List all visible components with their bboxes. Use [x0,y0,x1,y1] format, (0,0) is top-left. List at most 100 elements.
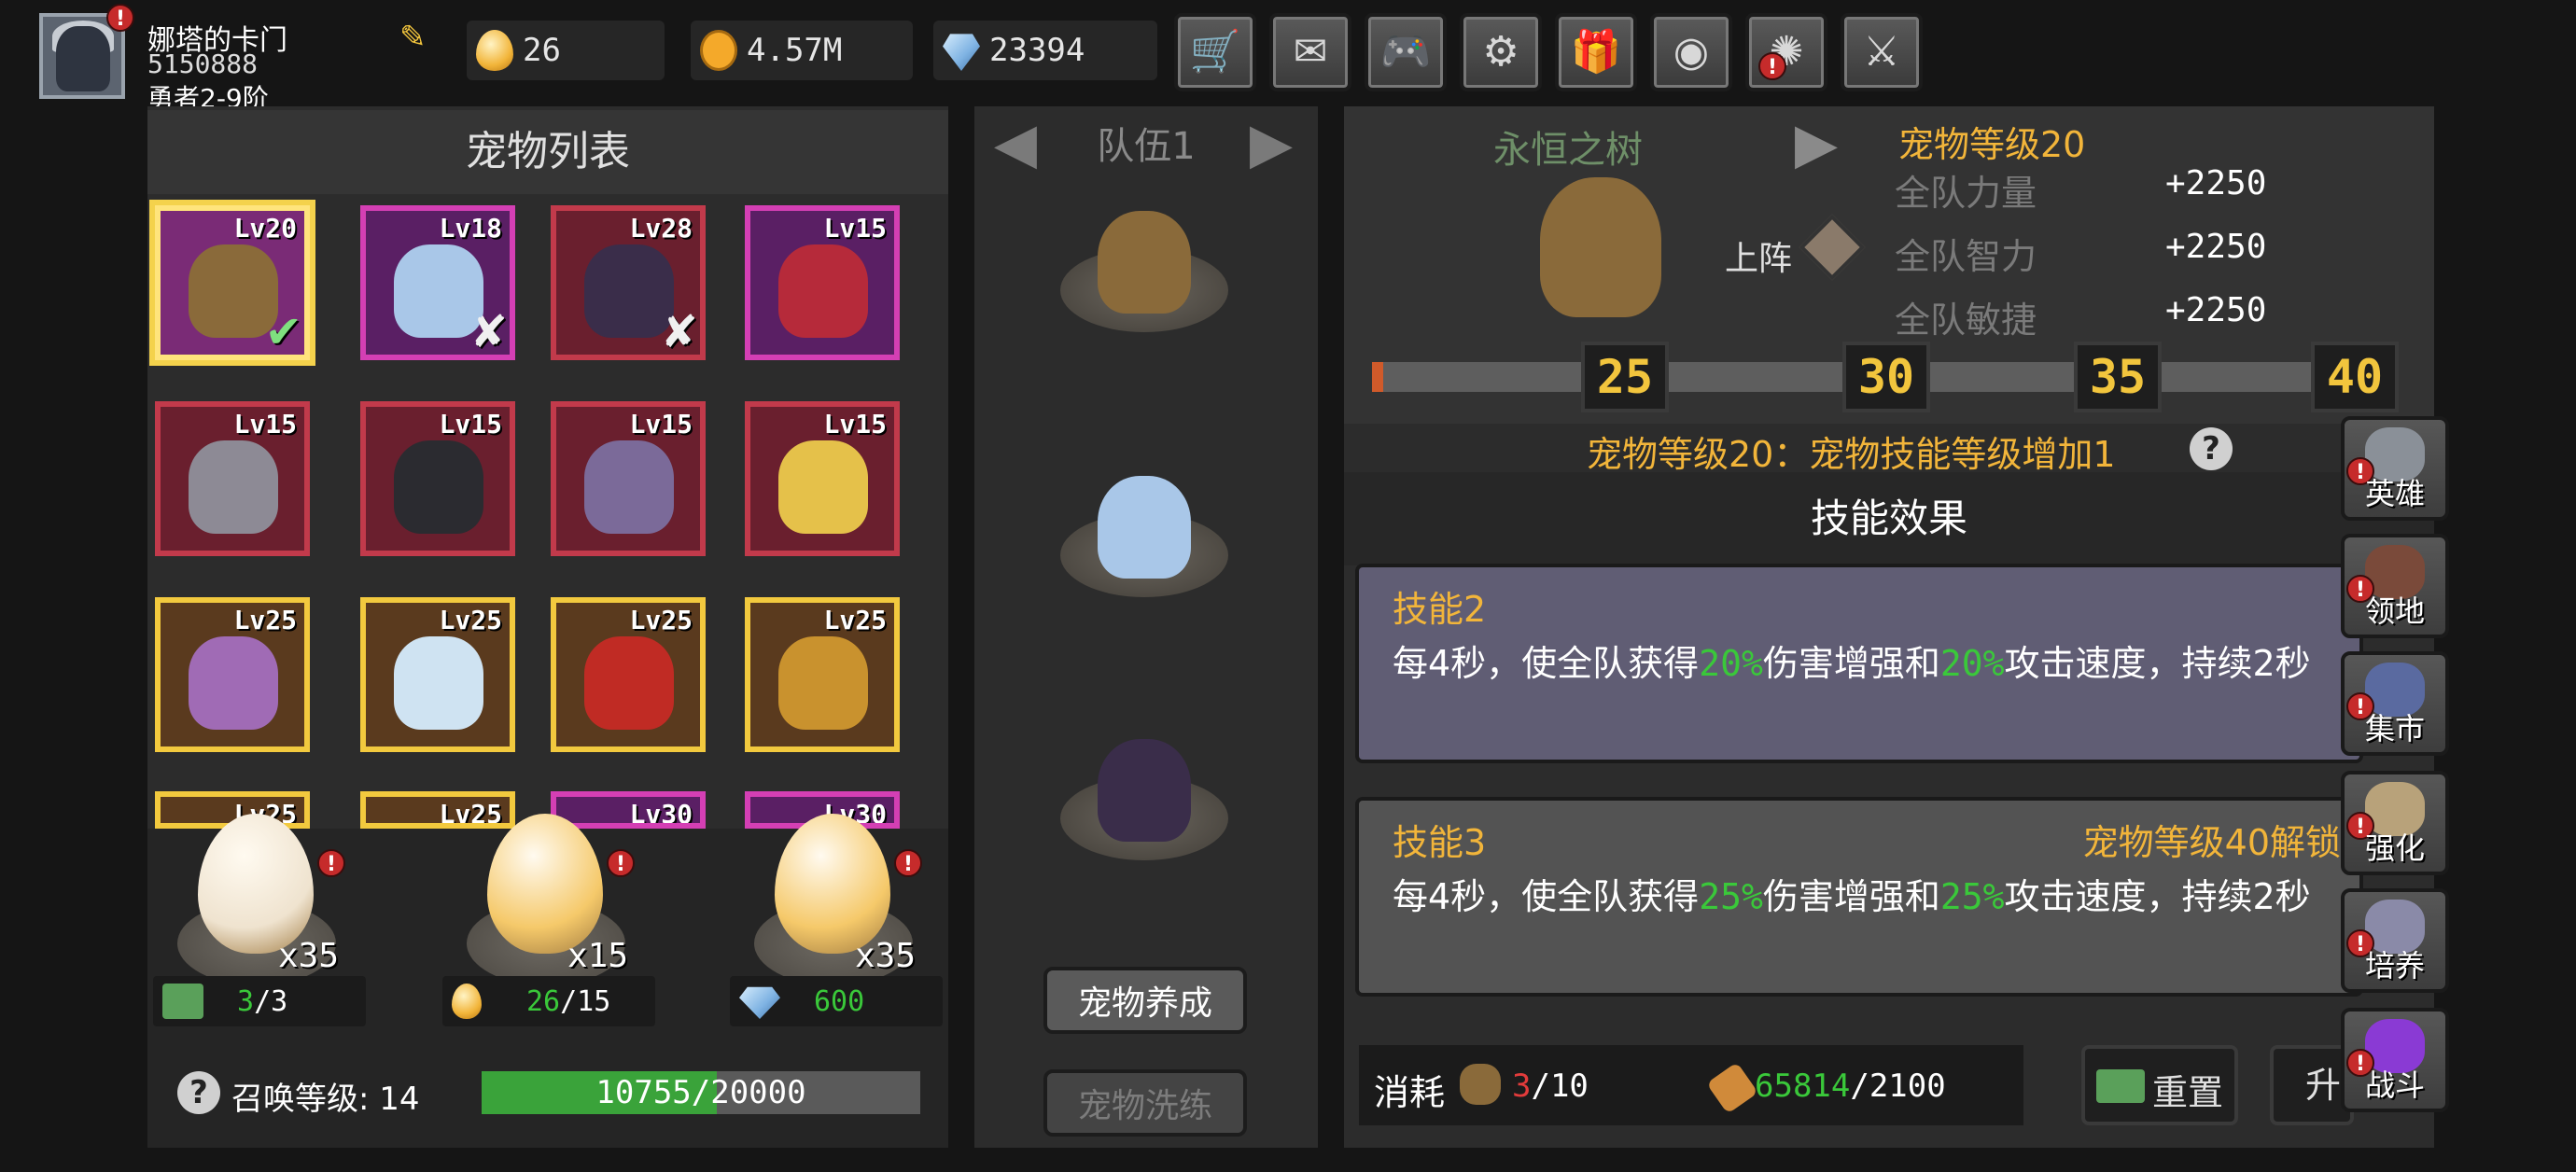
color-wheel-icon[interactable]: ◉ [1650,13,1732,91]
team-slot-1[interactable] [1060,211,1228,332]
pet-train-button[interactable]: 宠物养成 [1043,967,1247,1034]
pet-card[interactable]: Lv25 [360,597,515,752]
pet-level-badge: Lv15 [823,409,887,440]
egg-count: x35 [278,937,340,975]
gamepad-icon[interactable]: 🎮 [1365,13,1447,91]
pet-card[interactable]: Lv15 [745,205,900,360]
egg-cost-max: /15 [560,985,611,1018]
pet-sprite [778,440,868,534]
pet-level-badge: Lv28 [629,213,693,244]
level-bonus-note: 宠物等级20：宠物技能等级增加1 [1587,434,2116,475]
pet-card[interactable]: Lv15 [745,401,900,556]
pet-card[interactable]: Lv20 ✔ [155,205,310,360]
pet-material-icon [1460,1064,1501,1105]
side-nav-button[interactable]: ! 战斗 [2341,1008,2449,1112]
consume-bone-amount: 65814/2100 [1755,1067,1946,1105]
pet-card[interactable]: Lv18 ✘ [360,205,515,360]
pet-next-arrow-icon[interactable]: ▶ [1779,110,1854,177]
pet-wash-button[interactable]: 宠物洗练 [1043,1069,1247,1137]
pet-sprite [584,636,674,730]
pet-level-badge: Lv18 [439,213,502,244]
skill-3-card: 技能3 宠物等级40解锁 每4秒，使全队获得25%伤害增强和25%攻击速度，持续… [1355,797,2363,997]
side-nav-button[interactable]: ! 英雄 [2341,416,2449,521]
milestone-30: 30 [1842,342,1930,412]
resource-coin: 4.57M [691,21,913,80]
stat-label: 全队敏捷 [1895,300,2037,341]
side-nav-label: 战斗 [2364,1067,2425,1103]
skill-text: 攻击速度，持续2秒 [2004,643,2311,684]
pet-level-badge: Lv25 [233,605,297,635]
side-nav-button[interactable]: ! 强化 [2341,771,2449,875]
skill-percent: 20% [1939,643,2005,684]
help-icon[interactable]: ? [177,1071,220,1114]
pet-card[interactable]: Lv25 [155,597,310,752]
shop-cart-icon[interactable]: 🛒 [1174,13,1256,91]
side-nav-button[interactable]: ! 培养 [2341,888,2449,993]
not-deployed-cross-icon: ✘ [469,306,508,358]
pet-card[interactable]: Lv15 [551,401,706,556]
consume-pet-have: 3 [1512,1067,1532,1105]
team-next-arrow-icon[interactable]: ▶ [1234,110,1309,177]
team-slot-3[interactable] [1060,739,1228,860]
pet-card[interactable]: Lv15 [155,401,310,556]
edit-name-icon[interactable]: ✎ [399,21,433,54]
level-help-icon[interactable]: ? [2190,427,2233,470]
pet-card[interactable]: Lv28 ✘ [551,205,706,360]
pet-sprite [394,636,483,730]
consume-bone-max: /2100 [1850,1067,1946,1105]
team-slot-2[interactable] [1060,476,1228,597]
stat-value: +2250 [2165,164,2267,202]
pet-card[interactable]: Lv30 [551,791,706,829]
side-nav-button[interactable]: ! 集市 [2341,651,2449,756]
stat-value: +2250 [2165,228,2267,266]
coin-icon [700,30,737,71]
firework-icon[interactable]: ✺ [1745,13,1827,91]
egg-cost[interactable]: 600 [730,976,943,1026]
skill-percent: 20% [1699,643,1763,684]
egg-cost-value: 3 [237,985,255,1018]
egg-cost-value: 600 [814,985,865,1018]
settings-gear-icon[interactable]: ⚙ [1460,13,1542,91]
crossed-swords-icon[interactable]: ⚔ [1841,13,1923,91]
team-member-sprite [1098,211,1191,314]
egg-cost[interactable]: 3/3 [153,976,366,1026]
consume-pet-max: /10 [1531,1067,1589,1105]
skill-title: 技能2 [1393,589,1487,630]
pet-level-badge: Lv25 [439,799,502,829]
team-member-sprite [1098,739,1191,842]
ad-video-icon [162,984,203,1019]
gift-icon[interactable]: 🎁 [1555,13,1637,91]
egg-icon [476,30,513,71]
egg-count: x35 [855,937,917,975]
egg-cost-text: 26/15 [526,985,610,1018]
deployed-check-icon: ✔ [264,306,302,358]
pet-level-badge: Lv15 [439,409,502,440]
pet-card[interactable]: Lv25 [360,791,515,829]
pet-card[interactable]: Lv15 [360,401,515,556]
egg-cost[interactable]: 26/15 [442,976,655,1026]
mail-icon[interactable]: ✉ [1269,13,1351,91]
egg-alert-icon: ! [607,849,635,877]
pet-level-progress-fill [1372,362,1383,392]
pet-list-title: 宠物列表 [147,110,948,194]
skill-text: 伤害增强和 [1762,876,1940,917]
egg-icon [452,984,482,1019]
player-id: 5150888 [147,49,259,79]
egg-cost-text: 3/3 [237,985,287,1018]
resource-coin-value: 4.57M [747,32,843,69]
egg-count: x15 [567,937,629,975]
summon-level-label: 召唤等级: 14 [231,1081,420,1118]
team-prev-arrow-icon[interactable]: ◀ [978,110,1053,177]
side-nav-label: 英雄 [2364,476,2425,511]
pet-sprite [584,440,674,534]
pet-card[interactable]: Lv25 [551,597,706,752]
reset-button[interactable]: 重置 [2081,1045,2238,1125]
pet-name: 永恒之树 [1493,129,1643,172]
skill-title: 技能3 [1393,822,1487,863]
skill-text: 伤害增强和 [1762,643,1940,684]
avatar-alert-icon: ! [106,4,134,32]
side-nav-button[interactable]: ! 领地 [2341,534,2449,638]
team-label: 队伍1 [1097,125,1196,168]
pet-card[interactable]: Lv25 [745,597,900,752]
pet-level-badge: Lv20 [233,213,297,244]
